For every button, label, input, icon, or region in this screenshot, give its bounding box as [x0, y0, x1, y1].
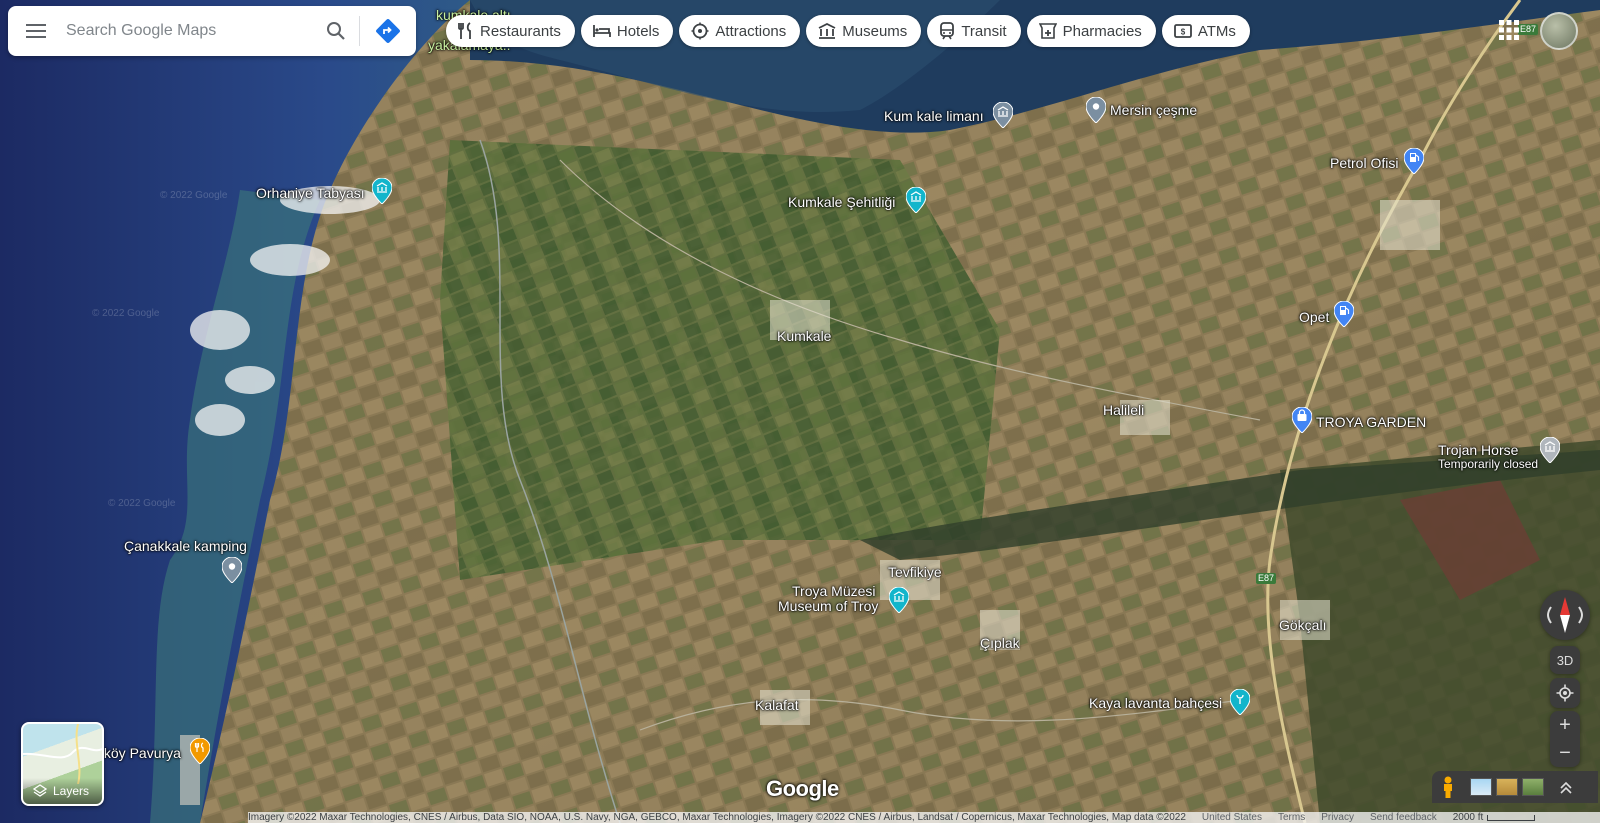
- zoom-out-button[interactable]: −: [1559, 739, 1571, 767]
- transit-icon: [940, 22, 955, 40]
- museum-pin-icon[interactable]: [889, 587, 909, 613]
- bottom-right-dock: [1432, 771, 1598, 803]
- place-label-museum-of-troy[interactable]: Museum of Troy: [778, 598, 878, 614]
- road-shield-e87: E87: [1518, 24, 1539, 35]
- gas-station-pin-icon[interactable]: [1404, 148, 1424, 174]
- satellite-thumb[interactable]: [1522, 778, 1544, 796]
- place-label-tevfikiye[interactable]: Tevfikiye: [888, 564, 942, 580]
- zoom-controls: + −: [1550, 711, 1580, 767]
- place-label-troya-garden[interactable]: TROYA GARDEN: [1316, 414, 1426, 430]
- atm-icon: $: [1173, 24, 1192, 38]
- chip-label: Pharmacies: [1062, 22, 1142, 40]
- place-label-opet[interactable]: Opet: [1299, 309, 1329, 325]
- terms-link[interactable]: Terms: [1278, 812, 1305, 823]
- layers-label: Layers: [53, 784, 90, 798]
- chip-pharmacies[interactable]: Pharmacies: [1026, 15, 1156, 47]
- pharmacy-icon: [1038, 23, 1057, 39]
- place-label-kaya-lavanta[interactable]: Kaya lavanta bahçesi: [1089, 695, 1222, 711]
- zoom-in-button[interactable]: +: [1559, 711, 1571, 739]
- restaurant-pin-icon[interactable]: [190, 738, 210, 764]
- google-apps-icon[interactable]: [1498, 19, 1520, 41]
- museum-pin-icon[interactable]: [1540, 437, 1560, 463]
- place-label-ciplak[interactable]: Çıplak: [980, 635, 1020, 651]
- museum-pin-icon[interactable]: [906, 187, 926, 213]
- place-label-kumkale[interactable]: Kumkale: [777, 328, 831, 344]
- place-label-kumkale-sehitligi[interactable]: Kumkale Şehitliği: [788, 194, 895, 210]
- chip-label: ATMs: [1197, 22, 1236, 40]
- shopping-pin-icon[interactable]: [1292, 407, 1312, 433]
- chip-hotels[interactable]: Hotels: [580, 15, 674, 47]
- category-chips: Restaurants Hotels Attractions Museums T…: [446, 15, 1250, 47]
- chip-label: Transit: [961, 22, 1007, 40]
- scale-label[interactable]: 2000 ft: [1453, 812, 1484, 823]
- google-logo: Google: [766, 776, 839, 801]
- place-label-gokcali[interactable]: Gökçalı: [1279, 617, 1326, 633]
- restaurant-icon: [458, 22, 471, 39]
- place-label-troya-muzesi[interactable]: Troya Müzesi: [792, 583, 876, 599]
- layers-icon: [33, 784, 47, 797]
- chip-atms[interactable]: $ ATMs: [1161, 15, 1250, 47]
- chip-label: Restaurants: [480, 22, 561, 40]
- send-feedback-link[interactable]: Send feedback: [1370, 812, 1437, 823]
- chip-restaurants[interactable]: Restaurants: [446, 15, 575, 47]
- layers-label-row: Layers: [23, 778, 102, 804]
- my-location-button[interactable]: [1550, 678, 1580, 708]
- chip-label: Attractions: [715, 22, 787, 40]
- scale-bar: [1487, 814, 1536, 821]
- museum-pin-icon[interactable]: [372, 178, 392, 204]
- place-label-kalafat[interactable]: Kalafat: [755, 697, 799, 713]
- attribution-text: Imagery ©2022 Maxar Technologies, CNES /…: [248, 812, 1186, 823]
- pegman-icon[interactable]: [1438, 775, 1458, 799]
- place-pin-icon[interactable]: [222, 557, 242, 583]
- tilt-3d-button[interactable]: 3D: [1550, 646, 1580, 674]
- region-link[interactable]: United States: [1202, 812, 1262, 823]
- watermark: © 2022 Google: [160, 190, 228, 201]
- road-shield-e87: E87: [1256, 573, 1277, 584]
- watermark: © 2022 Google: [92, 308, 160, 319]
- chip-museums[interactable]: Museums: [806, 15, 922, 47]
- place-status-trojan-horse: Temporarily closed: [1438, 457, 1539, 471]
- place-label-trojan-horse[interactable]: Trojan Horse: [1438, 442, 1518, 458]
- avatar[interactable]: [1540, 12, 1578, 50]
- search-box: [8, 6, 416, 56]
- search-icon[interactable]: [313, 6, 359, 56]
- search-input[interactable]: [64, 10, 313, 52]
- directions-icon[interactable]: [360, 6, 416, 56]
- chip-label: Museums: [842, 22, 908, 40]
- compass-icon: [1547, 597, 1583, 633]
- hotel-icon: [592, 25, 611, 37]
- satellite-map[interactable]: [0, 0, 1600, 823]
- layers-button[interactable]: Layers: [21, 722, 104, 806]
- place-label-petrol-ofisi[interactable]: Petrol Ofisi: [1330, 155, 1398, 171]
- place-label-orhaniye[interactable]: Orhaniye Tabyası: [256, 185, 365, 201]
- attribution-bar: Imagery ©2022 Maxar Technologies, CNES /…: [248, 812, 1600, 823]
- place-label-halileli[interactable]: Halileli: [1103, 402, 1144, 418]
- park-pin-icon[interactable]: [1230, 689, 1250, 715]
- chip-attractions[interactable]: Attractions: [679, 15, 801, 47]
- hamburger-menu-icon[interactable]: [8, 6, 64, 56]
- chip-transit[interactable]: Transit: [927, 15, 1021, 47]
- chip-label: Hotels: [616, 22, 660, 40]
- gas-station-pin-icon[interactable]: [1334, 301, 1354, 327]
- museum-pin-icon[interactable]: [993, 102, 1013, 128]
- svg-text:$: $: [1181, 28, 1186, 37]
- attraction-icon: [691, 22, 709, 40]
- compass-button[interactable]: [1540, 590, 1590, 640]
- map-thumbnail: [23, 724, 102, 785]
- place-label-pavurya[interactable]: ıköy Pavurya: [100, 745, 181, 761]
- chevron-up-icon[interactable]: [1558, 779, 1574, 795]
- place-pin-icon[interactable]: [1086, 97, 1106, 123]
- place-label-mersin-cesme[interactable]: Mersin çeşme: [1110, 102, 1197, 118]
- street-view-thumb[interactable]: [1470, 778, 1492, 796]
- privacy-link[interactable]: Privacy: [1321, 812, 1354, 823]
- my-location-icon: [1556, 684, 1574, 702]
- watermark: © 2022 Google: [108, 498, 176, 509]
- museum-icon: [818, 23, 836, 39]
- place-label-kum-kale-limani[interactable]: Kum kale limanı: [884, 108, 984, 124]
- terrain-thumb[interactable]: [1496, 778, 1518, 796]
- place-label-canakkale-kamping[interactable]: Çanakkale kamping: [124, 538, 247, 554]
